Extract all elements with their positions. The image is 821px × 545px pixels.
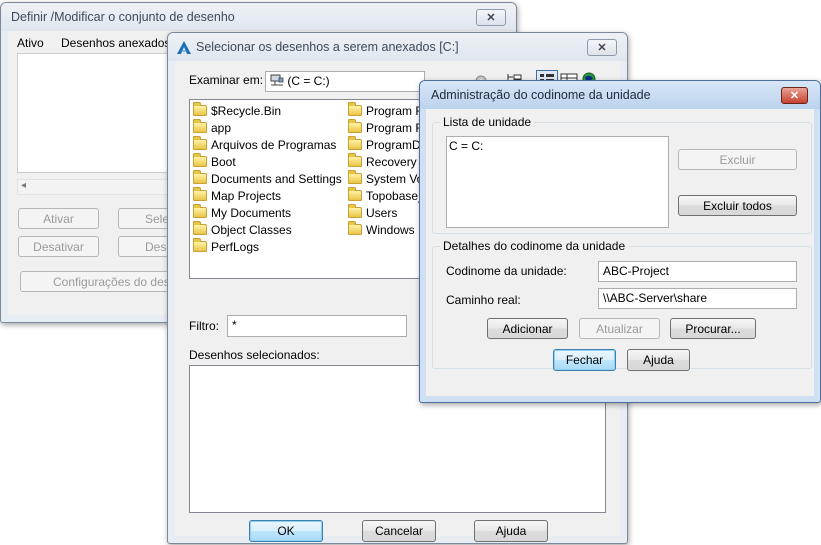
folder-item[interactable]: PerfLogs — [193, 238, 259, 255]
caminho-label: Caminho real: — [446, 293, 521, 307]
folder-list[interactable]: $Recycle.Bin app Arquivos de Programas B… — [189, 99, 437, 279]
autocad-logo-icon — [177, 41, 191, 54]
filtro-label: Filtro: — [189, 319, 219, 333]
drive-alias-title: Administração do codinome da unidade — [431, 88, 651, 102]
selected-drawings-label: Desenhos selecionados: — [189, 348, 320, 362]
folder-icon — [348, 170, 362, 184]
folder-icon — [348, 187, 362, 201]
examinar-label: Examinar em: — [189, 73, 264, 87]
select-drawings-close-button[interactable]: ✕ — [587, 39, 617, 56]
col-ativo-header[interactable]: Ativo — [17, 36, 44, 50]
ajuda-button[interactable]: Ajuda — [474, 520, 548, 542]
folder-item[interactable]: Map Projects — [193, 187, 281, 204]
folder-icon — [193, 153, 207, 167]
folder-icon — [193, 238, 207, 252]
folder-icon — [193, 136, 207, 150]
folder-item[interactable]: Object Classes — [193, 221, 292, 238]
folder-item[interactable]: Users — [348, 204, 397, 221]
ativar-button[interactable]: Ativar — [18, 208, 99, 229]
drive-alias-close-button[interactable]: ✕ — [781, 87, 808, 104]
drive-list-group-title: Lista de unidade — [440, 115, 535, 129]
drive-list-item[interactable]: C = C: — [449, 139, 483, 153]
codinome-label: Codinome da unidade: — [446, 264, 567, 278]
excluir-todos-button[interactable]: Excluir todos — [678, 195, 797, 216]
folder-icon — [348, 153, 362, 167]
drawing-set-close-button[interactable]: ✕ — [476, 9, 506, 26]
drawing-set-titlebar[interactable]: Definir /Modificar o conjunto de desenho — [1, 3, 516, 31]
folder-icon — [193, 119, 207, 133]
network-drive-icon — [270, 74, 284, 86]
drive-alias-window: Administração do codinome da unidade ✕ L… — [419, 80, 821, 403]
ok-button[interactable]: OK — [249, 520, 323, 542]
drive-alias-client: Lista de unidade C = C: Excluir Excluir … — [426, 109, 814, 396]
folder-item[interactable]: Recovery — [348, 153, 417, 170]
drive-details-group-title: Detalhes do codinome da unidade — [440, 239, 629, 253]
caminho-input[interactable]: \\ABC-Server\share — [598, 288, 797, 309]
scroll-left-icon[interactable]: ◂ — [21, 180, 26, 191]
folder-icon — [193, 204, 207, 218]
configuracoes-button[interactable]: Configurações do desenh — [20, 271, 180, 292]
drawing-set-title: Definir /Modificar o conjunto de desenho — [11, 10, 235, 24]
drive-alias-titlebar[interactable]: Administração do codinome da unidade — [420, 81, 820, 109]
adicionar-button[interactable]: Adicionar — [487, 318, 568, 339]
folder-item[interactable]: $Recycle.Bin — [193, 102, 281, 119]
folder-icon — [193, 187, 207, 201]
procurar-button[interactable]: Procurar... — [670, 318, 756, 339]
folder-icon — [193, 102, 207, 116]
folder-item[interactable]: Windows — [348, 221, 415, 238]
look-in-value: (C = C:) — [287, 74, 330, 88]
folder-item[interactable]: My Documents — [193, 204, 291, 221]
filter-input[interactable]: * — [227, 315, 407, 337]
folder-item[interactable]: Arquivos de Programas — [193, 136, 336, 153]
codinome-input[interactable]: ABC-Project — [598, 261, 797, 282]
folder-item[interactable]: Documents and Settings — [193, 170, 342, 187]
folder-icon — [348, 119, 362, 133]
look-in-dropdown[interactable]: (C = C:) — [265, 71, 425, 92]
excluir-button[interactable]: Excluir — [678, 149, 797, 170]
select-drawings-title: Selecionar os desenhos a serem anexados … — [196, 40, 459, 54]
folder-icon — [193, 170, 207, 184]
ajuda-button-alias[interactable]: Ajuda — [627, 349, 690, 371]
cancelar-button[interactable]: Cancelar — [362, 520, 436, 542]
folder-icon — [348, 136, 362, 150]
folder-icon — [348, 204, 362, 218]
folder-icon — [348, 102, 362, 116]
folder-icon — [193, 221, 207, 235]
atualizar-button[interactable]: Atualizar — [579, 318, 660, 339]
desativar-button[interactable]: Desativar — [18, 236, 99, 257]
col-desenhos-header[interactable]: Desenhos anexados — [61, 36, 170, 50]
select-drawings-titlebar[interactable]: Selecionar os desenhos a serem anexados … — [168, 33, 627, 61]
folder-item[interactable]: Boot — [193, 153, 236, 170]
folder-item[interactable]: app — [193, 119, 231, 136]
fechar-button[interactable]: Fechar — [553, 349, 616, 371]
folder-icon — [348, 221, 362, 235]
drive-list[interactable]: C = C: — [446, 136, 669, 228]
